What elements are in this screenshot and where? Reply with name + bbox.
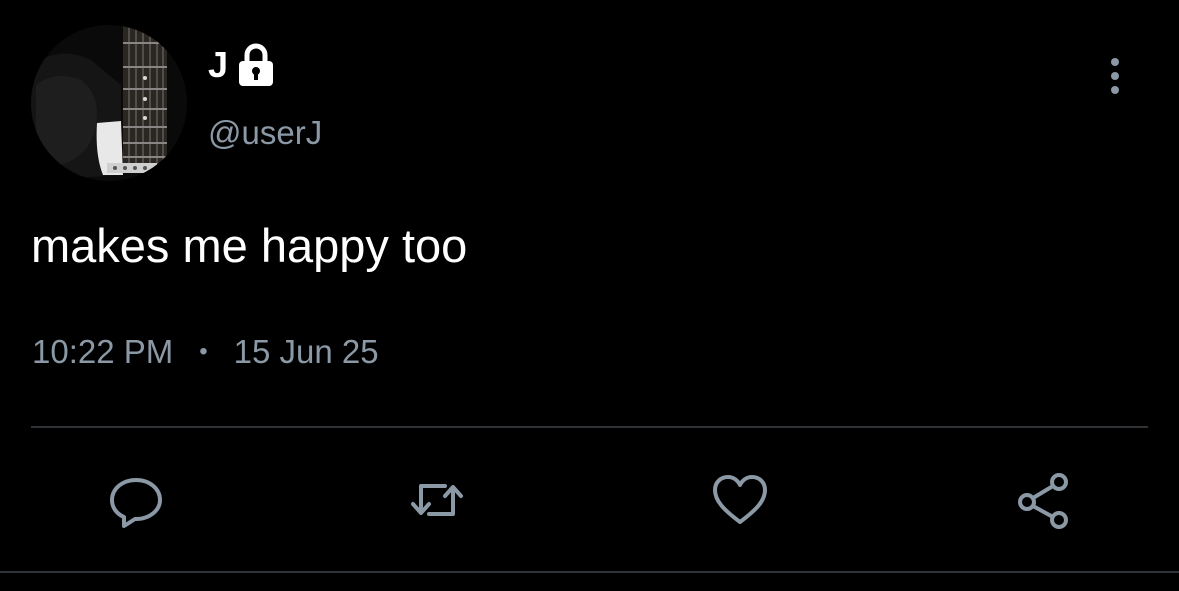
separator-dot: • [199, 338, 208, 365]
retweet-button[interactable] [405, 468, 469, 532]
reply-icon [110, 478, 162, 528]
retweet-icon [411, 484, 463, 516]
tweet-timestamp: 10:22 PM • 15 Jun 25 [32, 333, 379, 371]
share-button[interactable] [1011, 468, 1075, 532]
lock-icon [237, 43, 275, 87]
author-name-row[interactable]: J [208, 40, 275, 90]
reply-button[interactable] [104, 468, 168, 532]
tweet-text: makes me happy too [31, 219, 468, 272]
tweet-date[interactable]: 15 Jun 25 [234, 333, 379, 371]
user-handle[interactable]: @userJ [208, 114, 322, 152]
divider [31, 426, 1148, 428]
share-icon [1018, 473, 1068, 529]
heart-icon [713, 475, 767, 524]
display-name[interactable]: J [208, 44, 229, 86]
more-vertical-icon[interactable] [1097, 54, 1133, 98]
like-button[interactable] [708, 468, 772, 532]
bottom-divider [0, 571, 1179, 573]
guitar-avatar-image [31, 25, 187, 181]
tweet-time[interactable]: 10:22 PM [32, 333, 173, 371]
avatar[interactable] [31, 25, 187, 181]
